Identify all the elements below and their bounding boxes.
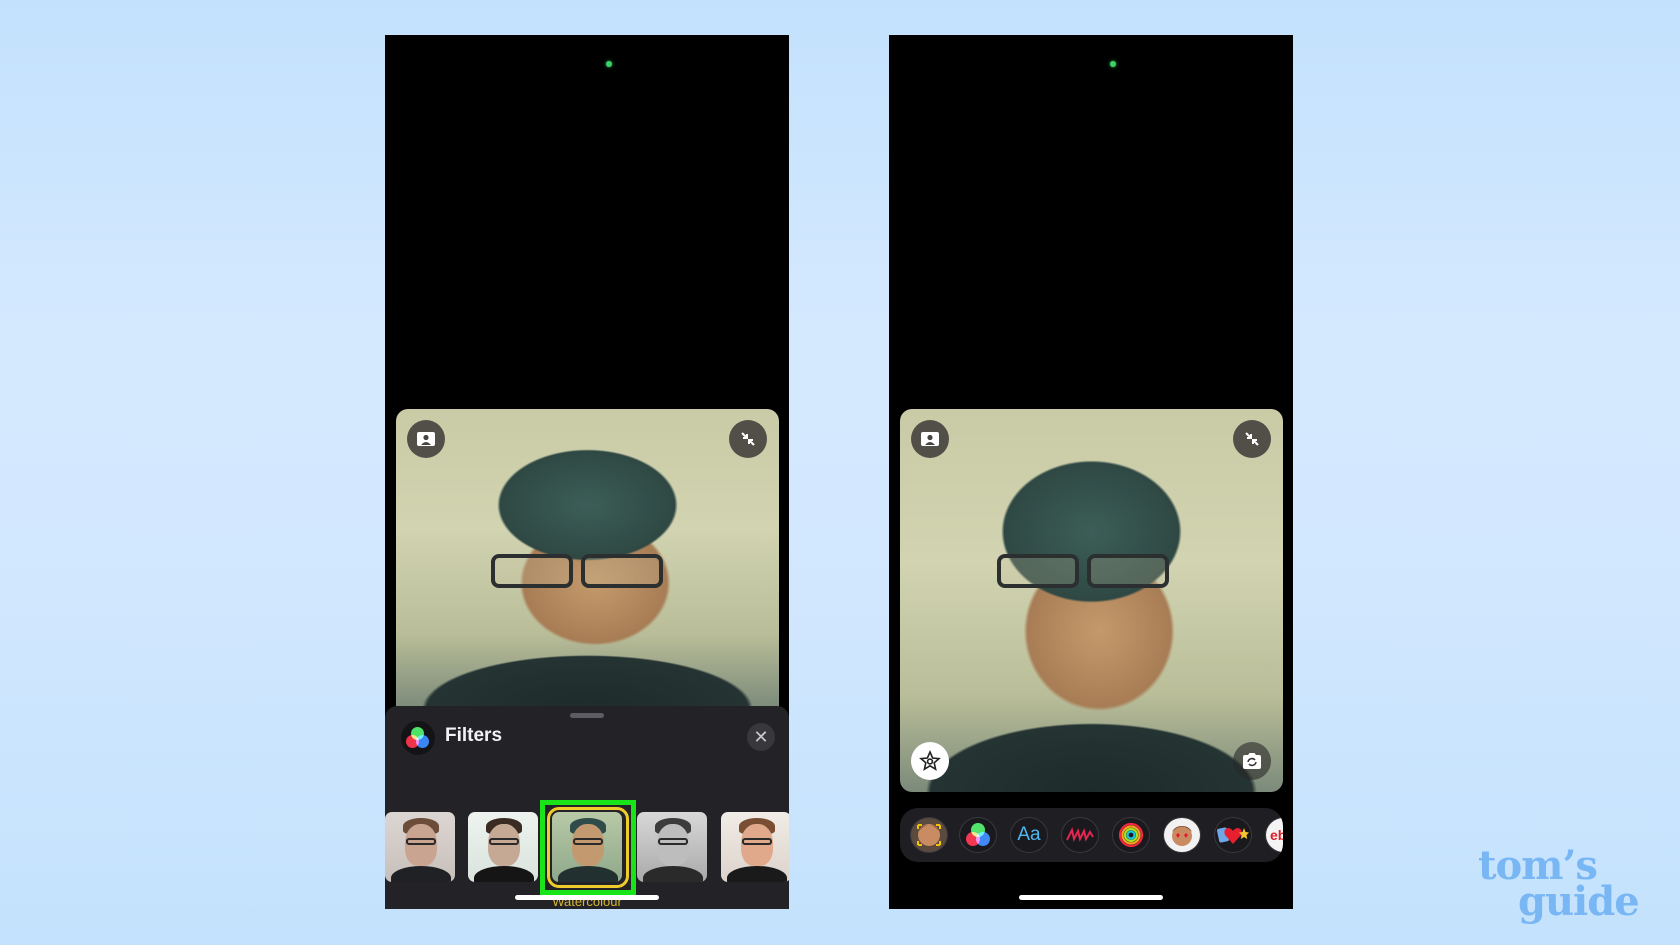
home-indicator[interactable] [515, 895, 659, 900]
ebay-app-icon: eb [1270, 827, 1283, 843]
sheet-grabber[interactable] [570, 713, 604, 718]
close-button[interactable]: ✕ [747, 723, 775, 751]
text-icon: Aa [1017, 824, 1041, 845]
filter-thumbnail-strip[interactable] [385, 800, 789, 895]
home-indicator[interactable] [1019, 895, 1163, 900]
self-view-video[interactable] [396, 409, 779, 709]
filter-thumbnail-mono[interactable] [637, 812, 707, 882]
effect-emoji-stickers[interactable] [1214, 817, 1252, 853]
portrait-view-button[interactable] [911, 420, 949, 458]
glasses-lens-right [1087, 554, 1169, 588]
activity-rings-icon [1118, 822, 1144, 848]
right-phone-screen: Aa eb [889, 35, 1293, 909]
glasses-lens-left [491, 554, 573, 588]
camera-in-use-indicator [1110, 61, 1116, 67]
filter-thumbnail-bright[interactable] [468, 812, 538, 882]
left-phone-screen: Filters ✕ Watercolour [385, 35, 789, 909]
collapse-button[interactable] [729, 420, 767, 458]
effect-text[interactable]: Aa [1010, 817, 1048, 853]
effect-fitness[interactable] [1112, 817, 1150, 853]
memoji-icon [917, 824, 941, 846]
effect-ebay-app[interactable]: eb [1265, 817, 1283, 853]
filters-sheet: Filters ✕ Watercolour [385, 706, 789, 909]
effects-tray[interactable]: Aa eb [900, 808, 1283, 862]
scribble-shapes-icon [1066, 827, 1094, 842]
glasses-lens-left [997, 554, 1079, 588]
self-view-video[interactable] [900, 409, 1283, 792]
logo-line-2: guide [1518, 878, 1640, 925]
flip-camera-button[interactable] [1233, 742, 1271, 780]
collapse-arrows-icon [741, 432, 755, 446]
emoji-stickers-icon [1217, 827, 1249, 844]
filter-thumbnail-original[interactable] [385, 812, 455, 882]
portrait-view-button[interactable] [407, 420, 445, 458]
filters-rgb-icon [965, 822, 991, 848]
glasses-lens-right [581, 554, 663, 588]
portrait-view-icon [921, 432, 939, 446]
memoji-sticker-icon [1172, 826, 1192, 846]
filter-thumbnail-watercolour[interactable] [552, 812, 622, 882]
toms-guide-logo: tom’s guide [1478, 846, 1640, 925]
filter-thumbnail-warm[interactable] [721, 812, 789, 882]
close-icon: ✕ [753, 726, 769, 747]
camera-in-use-indicator [606, 61, 612, 67]
portrait-view-icon [417, 432, 435, 446]
effect-memoji-stickers[interactable] [1163, 817, 1201, 853]
flip-camera-icon [1243, 753, 1261, 769]
effect-memoji[interactable] [910, 817, 948, 853]
collapse-arrows-icon [1245, 432, 1259, 446]
effects-star-icon [919, 750, 941, 771]
filters-rgb-icon [401, 721, 435, 755]
effect-shapes[interactable] [1061, 817, 1099, 853]
sheet-title: Filters [445, 725, 503, 746]
collapse-button[interactable] [1233, 420, 1271, 458]
effects-button[interactable] [911, 742, 949, 780]
effect-filters[interactable] [959, 817, 997, 853]
